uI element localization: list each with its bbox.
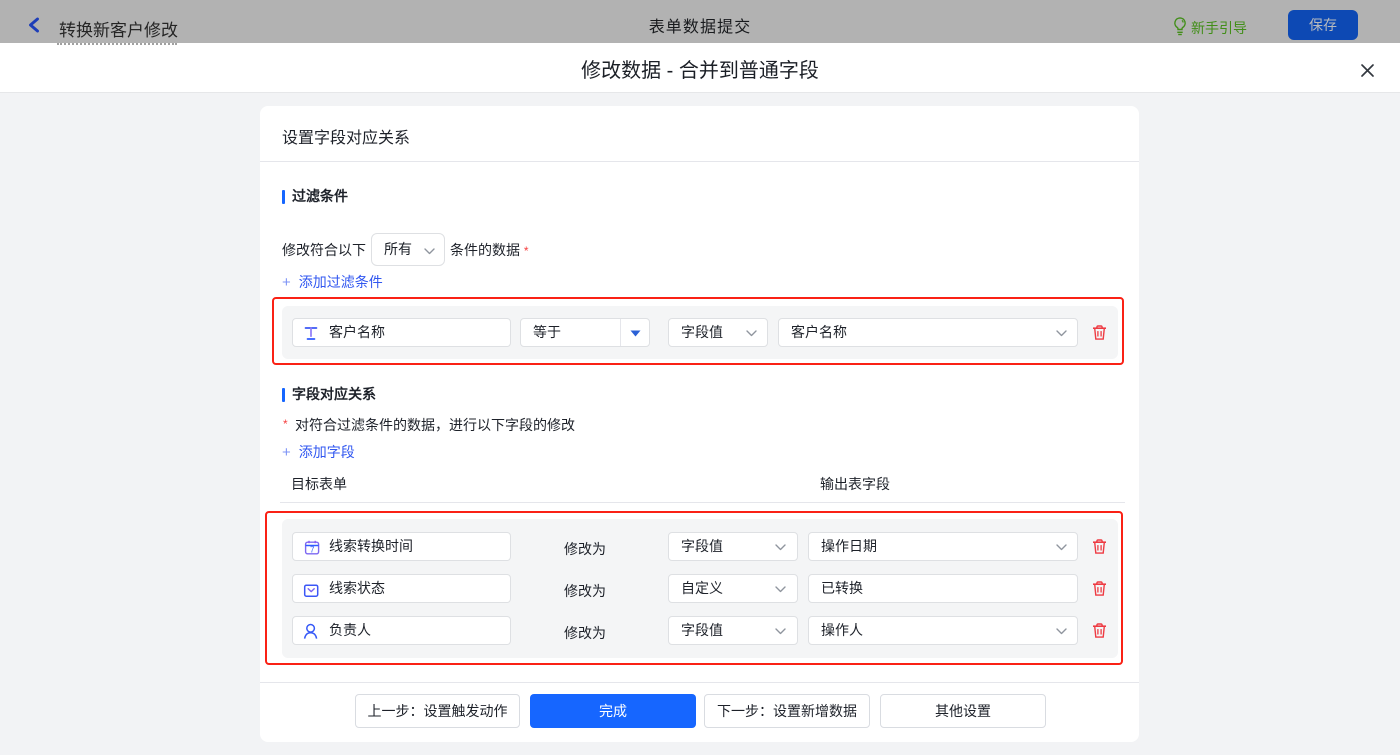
svg-text:7: 7 — [310, 545, 315, 554]
